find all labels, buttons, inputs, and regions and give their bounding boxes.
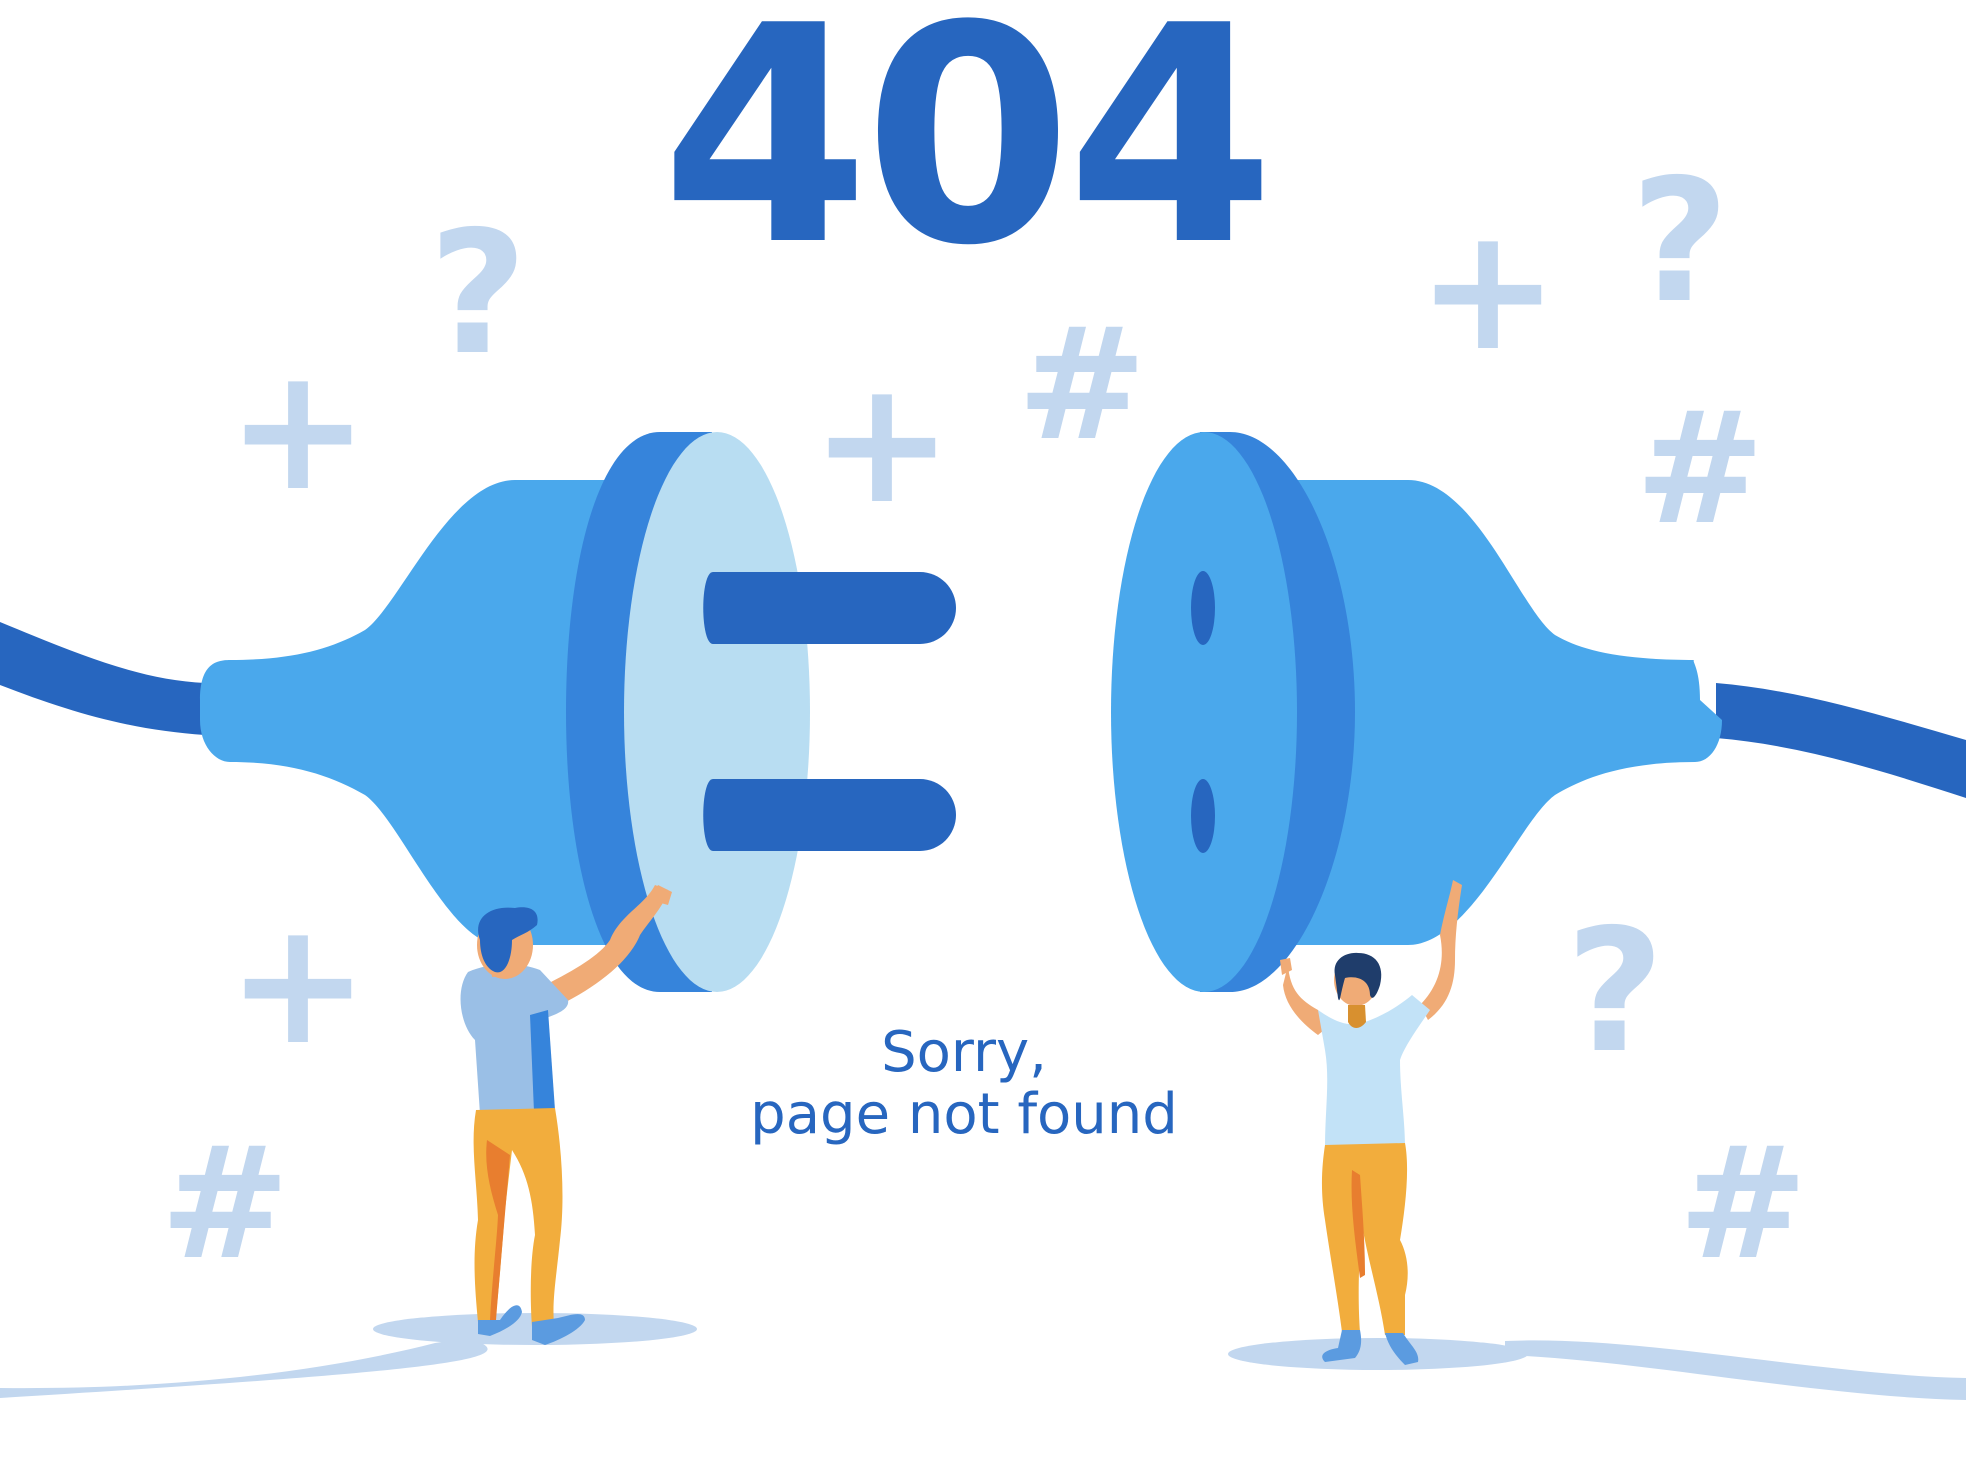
plug-prong-top bbox=[703, 572, 956, 644]
error-404-page: 404 ? ? ? + + + + # # # # Sorry, page no… bbox=[0, 0, 1966, 1483]
hash-icon: # bbox=[1017, 294, 1147, 475]
right-cable bbox=[1716, 683, 1966, 798]
right-floor-shadow bbox=[1228, 1338, 1528, 1370]
message-line-1: Sorry, bbox=[881, 1020, 1047, 1085]
message-line-2: page not found bbox=[750, 1082, 1178, 1147]
socket-hole-bottom bbox=[1191, 779, 1215, 853]
question-mark-icon: ? bbox=[429, 195, 528, 393]
plus-icon: + bbox=[1417, 191, 1559, 389]
error-code-heading: 404 bbox=[661, 0, 1269, 311]
left-cable bbox=[0, 622, 205, 735]
plus-icon: + bbox=[811, 344, 953, 542]
plus-icon: + bbox=[227, 331, 369, 529]
hash-icon: # bbox=[1635, 378, 1765, 559]
not-found-message: Sorry, page not found bbox=[0, 1022, 1928, 1146]
socket-hole-top bbox=[1191, 571, 1215, 645]
question-mark-icon: ? bbox=[1631, 143, 1730, 341]
ground-cable bbox=[0, 1313, 1966, 1400]
plug-prong-bottom bbox=[703, 779, 956, 851]
disconnected-plugs-illustration: 404 ? ? ? + + + + # # # # bbox=[0, 0, 1966, 1400]
